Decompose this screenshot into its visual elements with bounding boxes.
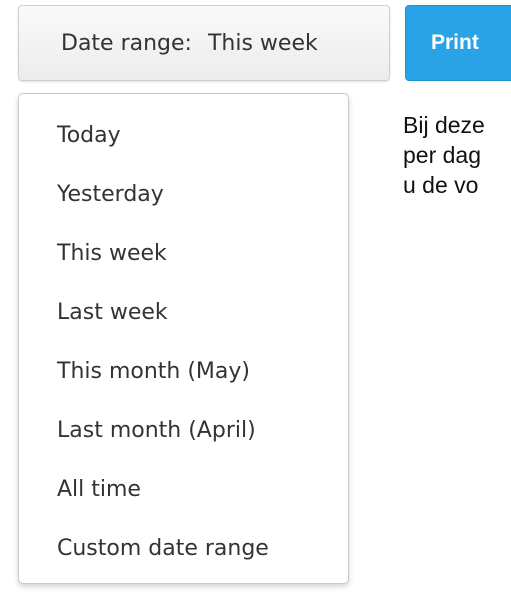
date-range-button[interactable]: Date range: This week (18, 5, 390, 81)
date-range-value: This week (207, 30, 318, 56)
menu-item-last-week[interactable]: Last week (19, 283, 348, 342)
menu-item-last-month[interactable]: Last month (April) (19, 401, 348, 460)
menu-item-today[interactable]: Today (19, 106, 348, 165)
menu-item-this-month[interactable]: This month (May) (19, 342, 348, 401)
date-range-label: Date range: (61, 30, 192, 56)
body-text: Bij deze per dag u de vo (403, 110, 485, 200)
menu-item-yesterday[interactable]: Yesterday (19, 165, 348, 224)
print-button[interactable]: Print (405, 5, 511, 81)
body-text-line: Bij deze (403, 112, 485, 138)
menu-item-all-time[interactable]: All time (19, 460, 348, 519)
menu-item-this-week[interactable]: This week (19, 224, 348, 283)
menu-item-custom-date-range[interactable]: Custom date range (19, 519, 348, 578)
date-range-dropdown: Today Yesterday This week Last week This… (18, 93, 349, 584)
body-text-line: per dag (403, 142, 482, 168)
body-text-line: u de vo (403, 172, 479, 198)
